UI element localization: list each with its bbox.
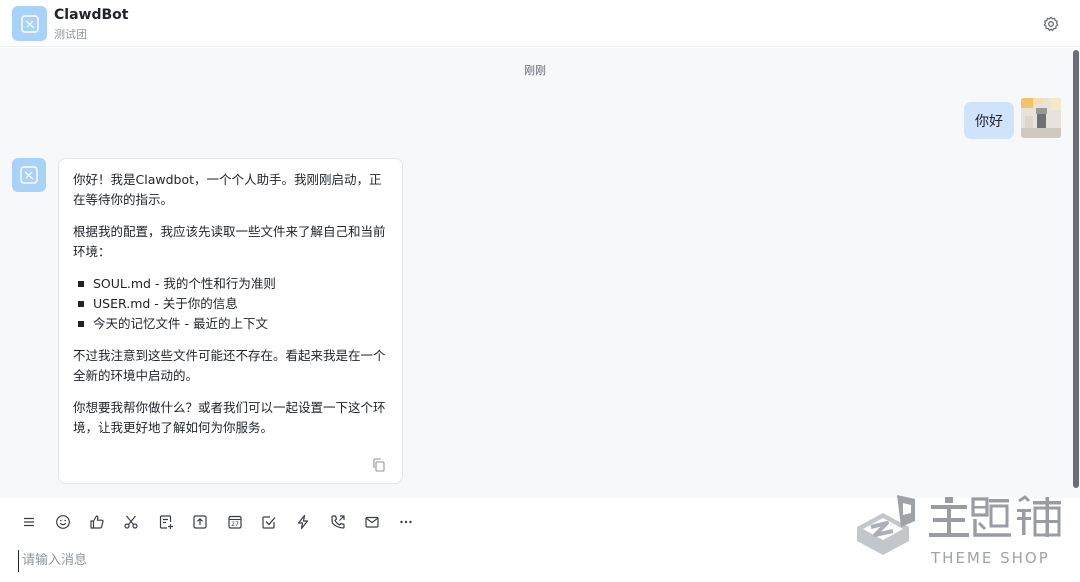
list-item: 今天的记忆文件 - 最近的上下文 — [73, 314, 388, 334]
message-timestamp: 刚刚 — [524, 64, 546, 77]
bot-message-paragraph: 不过我注意到这些文件可能还不存在。看起来我是在一个全新的环境中启动的。 — [73, 348, 386, 383]
calendar-icon[interactable]: 27 — [225, 512, 245, 532]
calendar-day: 27 — [231, 521, 239, 528]
list-item: USER.md - 关于你的信息 — [73, 294, 388, 314]
bot-logo-icon — [20, 14, 39, 33]
doc-add-icon[interactable] — [156, 512, 176, 532]
message-input[interactable] — [18, 549, 838, 572]
thumbs-up-icon[interactable] — [87, 512, 107, 532]
message-list[interactable]: 刚刚 你好 你好！我是Clawdbot，一个个人助手。我刚刚启动，正在等待你的指… — [0, 48, 1072, 498]
chat-header: ClawdBot 测试团 — [0, 0, 1080, 47]
menu-icon[interactable] — [19, 512, 39, 532]
more-icon[interactable] — [396, 512, 416, 532]
bot-message-avatar[interactable] — [12, 158, 46, 192]
mail-icon[interactable] — [362, 512, 382, 532]
bot-message-bubble[interactable]: 你好！我是Clawdbot，一个个人助手。我刚刚启动，正在等待你的指示。 根据我… — [58, 158, 403, 484]
scrollbar-thumb[interactable] — [1073, 50, 1079, 488]
message-input-wrapper — [18, 549, 838, 572]
chat-title: ClawdBot — [54, 7, 129, 23]
upload-icon[interactable] — [190, 512, 210, 532]
copy-icon[interactable] — [371, 457, 387, 473]
watermark-en-text: THEME SHOP — [930, 549, 1050, 567]
chat-subtitle: 测试团 — [54, 28, 87, 41]
theme-shop-watermark: THEME SHOP — [857, 495, 1061, 567]
emoji-icon[interactable] — [53, 512, 73, 532]
gear-icon[interactable] — [1041, 14, 1061, 34]
bot-logo-icon — [20, 166, 38, 184]
list-item: SOUL.md - 我的个性和行为准则 — [73, 274, 388, 294]
bot-avatar[interactable] — [12, 6, 47, 41]
lightning-icon[interactable] — [293, 512, 313, 532]
phone-call-icon[interactable] — [328, 512, 348, 532]
user-message-bubble[interactable]: 你好 — [964, 102, 1014, 139]
chat-scrollbar[interactable] — [1072, 48, 1080, 498]
bot-message-paragraph: 根据我的配置，我应该先读取一些文件来了解自己和当前环境： — [73, 224, 386, 259]
bot-message-paragraph: 你想要我帮你做什么？或者我们可以一起设置一下这个环境，让我更好地了解如何为你服务… — [73, 400, 386, 435]
bot-message-list: SOUL.md - 我的个性和行为准则 USER.md - 关于你的信息 今天的… — [73, 274, 388, 334]
bot-message-paragraph: 你好！我是Clawdbot，一个个人助手。我刚刚启动，正在等待你的指示。 — [73, 172, 382, 207]
user-avatar[interactable] — [1021, 98, 1061, 138]
scissors-icon[interactable] — [121, 512, 141, 532]
task-check-icon[interactable] — [259, 512, 279, 532]
